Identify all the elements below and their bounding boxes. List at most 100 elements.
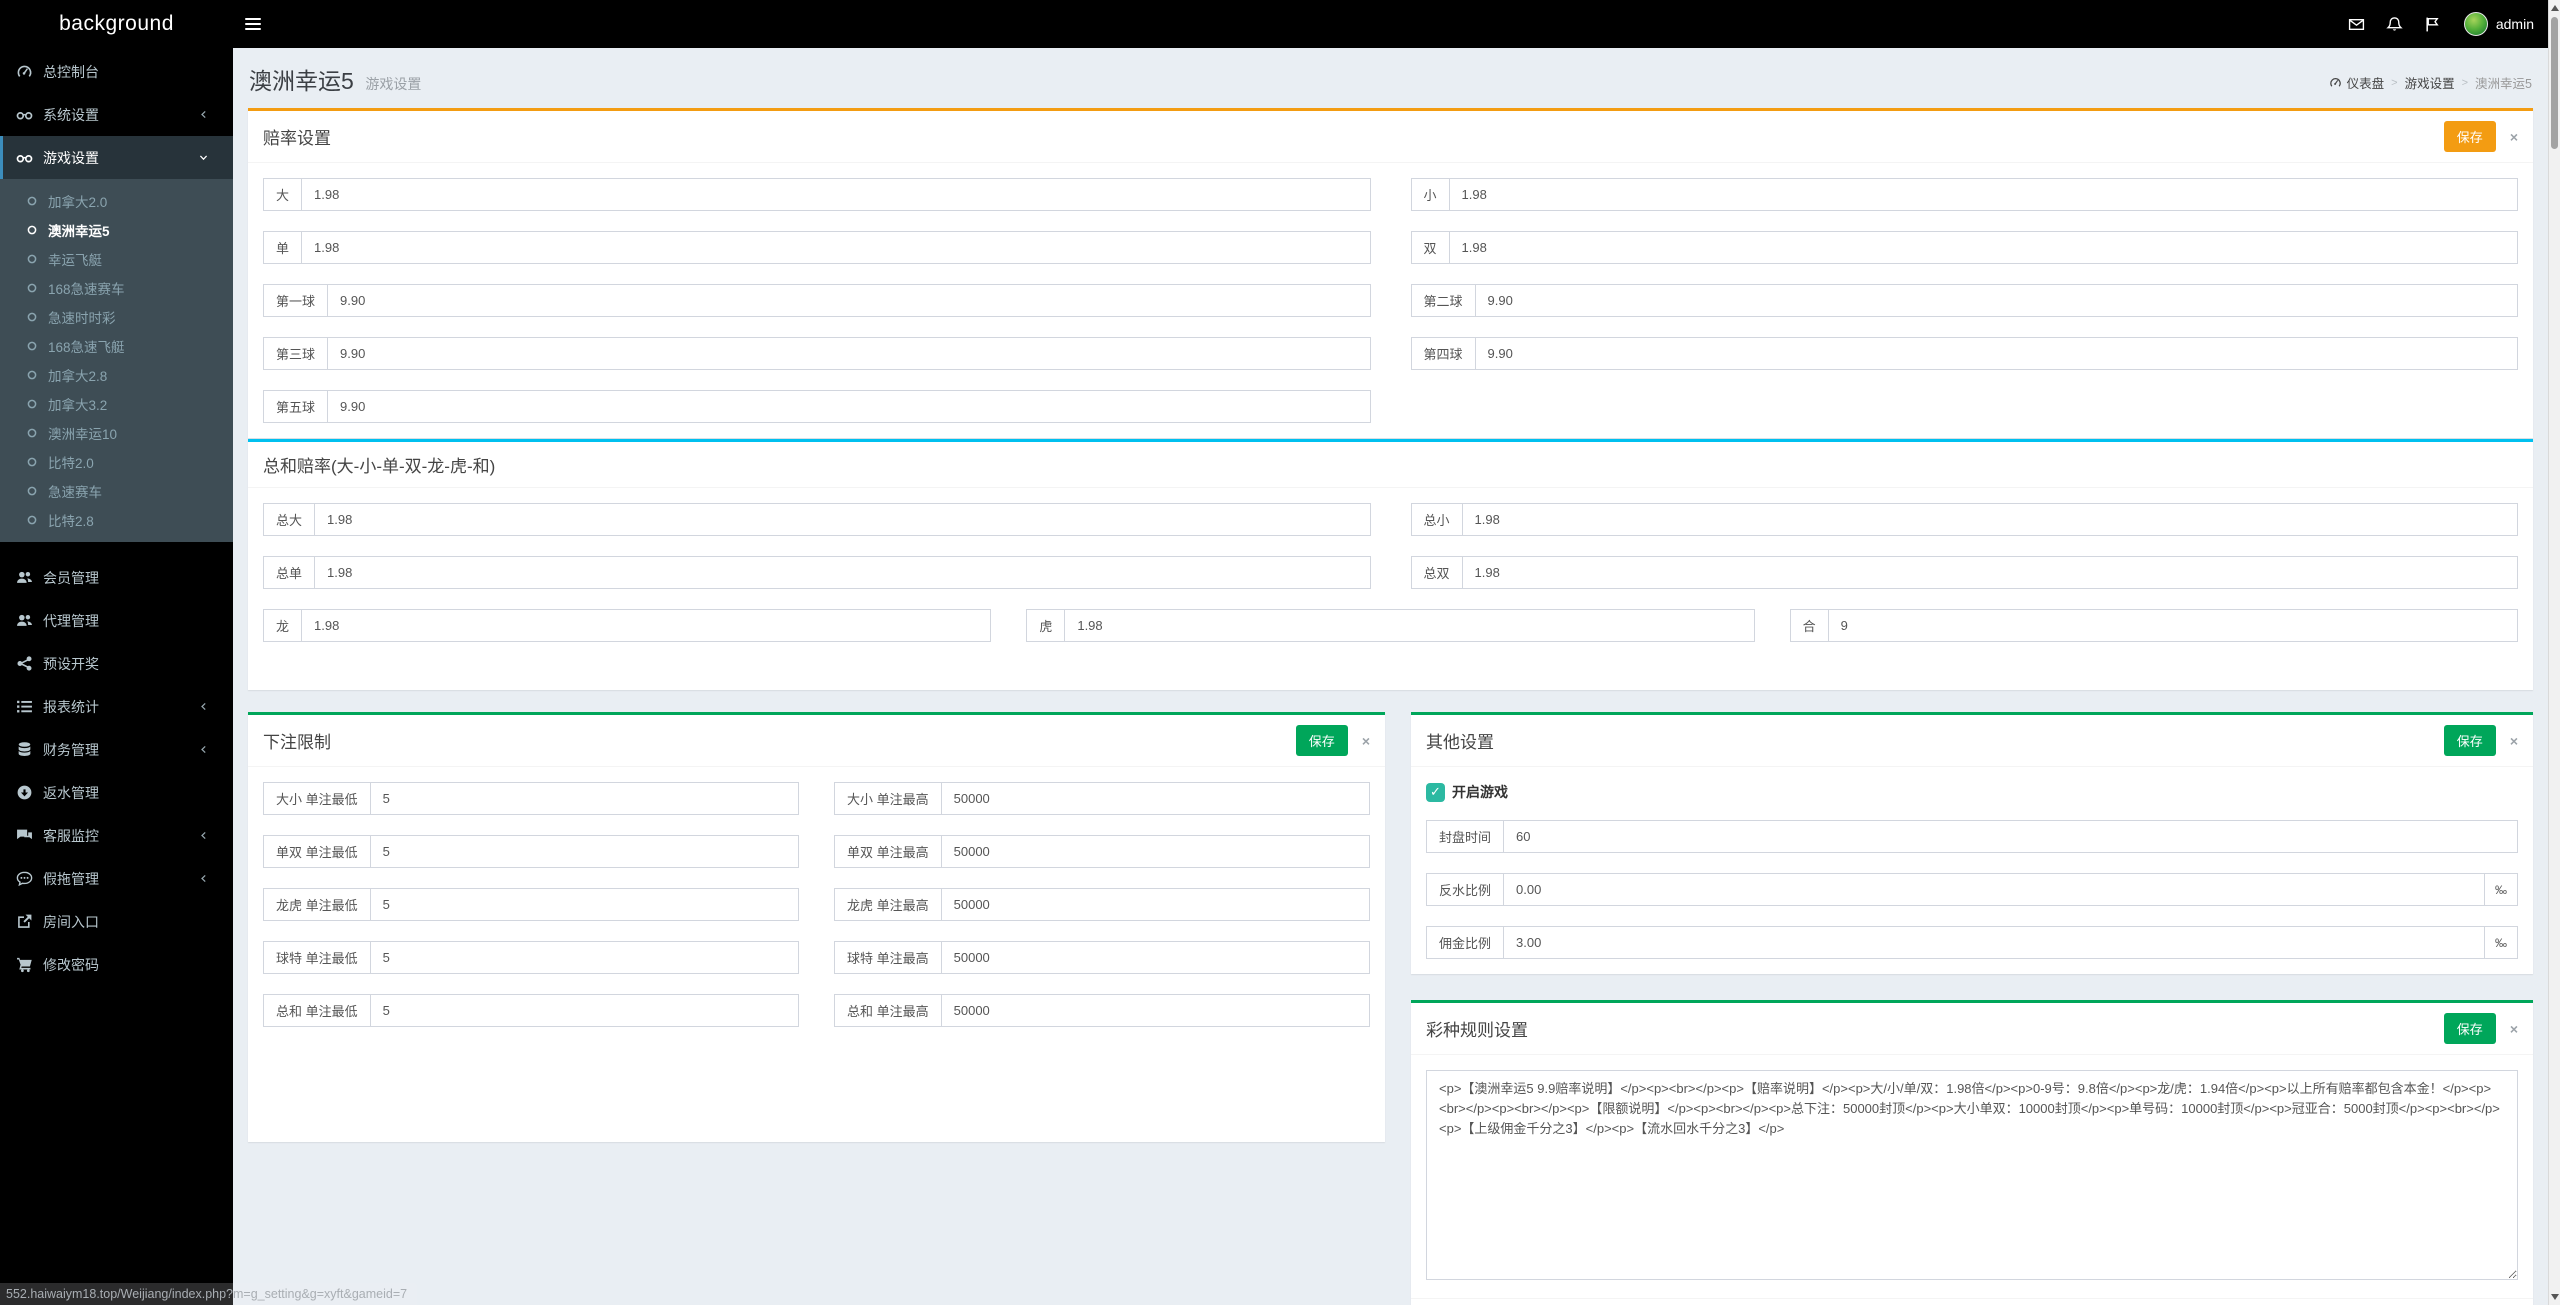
hamburger-icon (245, 15, 261, 33)
sidebar-item-members[interactable]: 会员管理 (0, 556, 233, 599)
submenu-item-jianada20[interactable]: 加拿大2.0 (0, 186, 233, 215)
limit-bigsmall-max[interactable] (941, 782, 1370, 815)
topbar: background admin (0, 0, 2560, 48)
sidebar-item-change-password[interactable]: 修改密码 (0, 943, 233, 986)
users-icon (16, 569, 33, 586)
odds-input-ball4[interactable] (1475, 337, 2518, 370)
sidebar-item-service-monitor[interactable]: 客服监控 (0, 814, 233, 857)
submenu-item-168jisufeiting[interactable]: 168急速飞艇 (0, 331, 233, 360)
limit-oddeven-max[interactable] (941, 835, 1370, 868)
content-header: 澳洲幸运5 游戏设置 仪表盘 > 游戏设置 > 澳洲幸运5 (233, 48, 2548, 108)
odds-save-button[interactable]: 保存 (2444, 121, 2496, 152)
limit-ballspecial-min[interactable] (370, 941, 799, 974)
sidebar-item-rebate[interactable]: 返水管理 (0, 771, 233, 814)
odds-input-odd[interactable] (301, 231, 1370, 264)
sum-input-odd[interactable] (314, 556, 1370, 589)
submenu-item-jisushishicai[interactable]: 急速时时彩 (0, 302, 233, 331)
limit-oddeven-min[interactable] (370, 835, 799, 868)
lottery-rules-title: 彩种规则设置 (1426, 1016, 1528, 1041)
limit-bigsmall-min[interactable] (370, 782, 799, 815)
sidebar-item-system-settings[interactable]: 系统设置 (0, 93, 233, 136)
submenu-item-xingyunfeiting[interactable]: 幸运飞艇 (0, 244, 233, 273)
sidebar-item-label: 房间入口 (43, 912, 99, 932)
sidebar-item-dashboard[interactable]: 总控制台 (0, 50, 233, 93)
breadcrumb-game-settings[interactable]: 游戏设置 (2405, 73, 2455, 92)
field-label: 总双 (1411, 556, 1462, 589)
flag-button[interactable] (2414, 0, 2452, 48)
sum-input-big[interactable] (314, 503, 1370, 536)
limit-sum-max[interactable] (941, 994, 1370, 1027)
bet-limits-collapse-button[interactable]: × (1362, 733, 1370, 749)
main-content: 澳洲幸运5 游戏设置 仪表盘 > 游戏设置 > 澳洲幸运5 赔率设置 保存 × (233, 48, 2548, 1305)
limit-dragontiger-min[interactable] (370, 888, 799, 921)
limit-dragontiger-max[interactable] (941, 888, 1370, 921)
sum-input-dragon[interactable] (301, 609, 991, 642)
sidebar-item-finance[interactable]: 财务管理 (0, 728, 233, 771)
odds-input-ball2[interactable] (1475, 284, 2518, 317)
sum-input-tiger[interactable] (1064, 609, 1754, 642)
comment-icon (16, 870, 33, 887)
envelope-icon (2348, 16, 2365, 33)
other-settings-save-button[interactable]: 保存 (2444, 725, 2496, 756)
bet-limits-save-button[interactable]: 保存 (1296, 725, 1348, 756)
sum-odds-panel-body: 总大 总小 总单 总双 龙 虎 合 (248, 488, 2533, 690)
odds-input-small[interactable] (1449, 178, 2518, 211)
sidebar-item-label: 客服监控 (43, 826, 99, 846)
breadcrumb-dashboard[interactable]: 仪表盘 (2347, 73, 2385, 92)
scrollbar[interactable] (2548, 0, 2560, 1305)
field-label: 双 (1411, 231, 1449, 264)
commission-ratio-input[interactable] (1503, 926, 2485, 959)
submenu-item-bite28[interactable]: 比特2.8 (0, 505, 233, 534)
submenu-item-jisusaiche[interactable]: 急速赛车 (0, 476, 233, 505)
sidebar-item-agents[interactable]: 代理管理 (0, 599, 233, 642)
flag-icon (2424, 16, 2441, 33)
users-icon (16, 612, 33, 629)
enable-game-checkbox[interactable]: ✓ 开启游戏 (1426, 782, 2518, 802)
odds-settings-panel: 赔率设置 保存 × 大 小 单 双 第一球 第二球 (248, 108, 2533, 438)
admin-menu[interactable]: admin (2496, 16, 2534, 32)
messages-button[interactable] (2338, 0, 2376, 48)
scrollbar-thumb[interactable] (2551, 17, 2558, 149)
odds-collapse-button[interactable]: × (2510, 129, 2518, 145)
avatar[interactable] (2464, 12, 2488, 36)
odds-input-even[interactable] (1449, 231, 2518, 264)
lottery-rules-header: 彩种规则设置 保存 × (1411, 1003, 2533, 1055)
sidebar-item-label: 假拖管理 (43, 869, 99, 889)
sidebar-item-preset-draw[interactable]: 预设开奖 (0, 642, 233, 685)
breadcrumb-separator: > (2462, 77, 2468, 89)
limit-sum-min[interactable] (370, 994, 799, 1027)
submenu-item-aozhouxingyun5[interactable]: 澳洲幸运5 (0, 215, 233, 244)
sidebar-item-fake-drag[interactable]: 假拖管理 (0, 857, 233, 900)
field-label: 第三球 (263, 337, 327, 370)
sidebar-item-game-settings[interactable]: 游戏设置 (0, 136, 233, 179)
close-time-input[interactable] (1503, 820, 2518, 853)
sum-input-tie[interactable] (1828, 609, 2518, 642)
other-settings-collapse-button[interactable]: × (2510, 733, 2518, 749)
odds-input-ball1[interactable] (327, 284, 1370, 317)
submenu-item-jianada28[interactable]: 加拿大2.8 (0, 360, 233, 389)
sidebar-item-reports[interactable]: 报表统计 (0, 685, 233, 728)
lottery-rules-collapse-button[interactable]: × (2510, 1021, 2518, 1037)
odds-input-ball3[interactable] (327, 337, 1370, 370)
limit-ballspecial-max[interactable] (941, 941, 1370, 974)
lottery-rules-save-button[interactable]: 保存 (2444, 1013, 2496, 1044)
submenu-item-jianada32[interactable]: 加拿大3.2 (0, 389, 233, 418)
rules-textarea[interactable]: <p>【澳洲幸运5 9.9赔率说明】</p><p><br></p><p>【赔率说… (1426, 1070, 2518, 1280)
scrollbar-up-icon[interactable] (2549, 1, 2560, 15)
scrollbar-down-icon[interactable] (2549, 1290, 2560, 1304)
odds-input-big[interactable] (301, 178, 1370, 211)
sidebar-item-label: 系统设置 (43, 105, 99, 125)
sum-input-even[interactable] (1462, 556, 2518, 589)
rebate-ratio-input[interactable] (1503, 873, 2485, 906)
page-title: 澳洲幸运5 (249, 68, 354, 94)
submenu-item-bite20[interactable]: 比特2.0 (0, 447, 233, 476)
notifications-button[interactable] (2376, 0, 2414, 48)
circle-icon (26, 340, 38, 352)
odds-input-ball5[interactable] (327, 390, 1370, 423)
sum-input-small[interactable] (1462, 503, 2518, 536)
sidebar-toggle-button[interactable] (233, 0, 273, 48)
submenu-item-aozhouxingyun10[interactable]: 澳洲幸运10 (0, 418, 233, 447)
submenu-item-168jisusaiche[interactable]: 168急速赛车 (0, 273, 233, 302)
sidebar-item-room-entry[interactable]: 房间入口 (0, 900, 233, 943)
circle-icon (26, 253, 38, 265)
